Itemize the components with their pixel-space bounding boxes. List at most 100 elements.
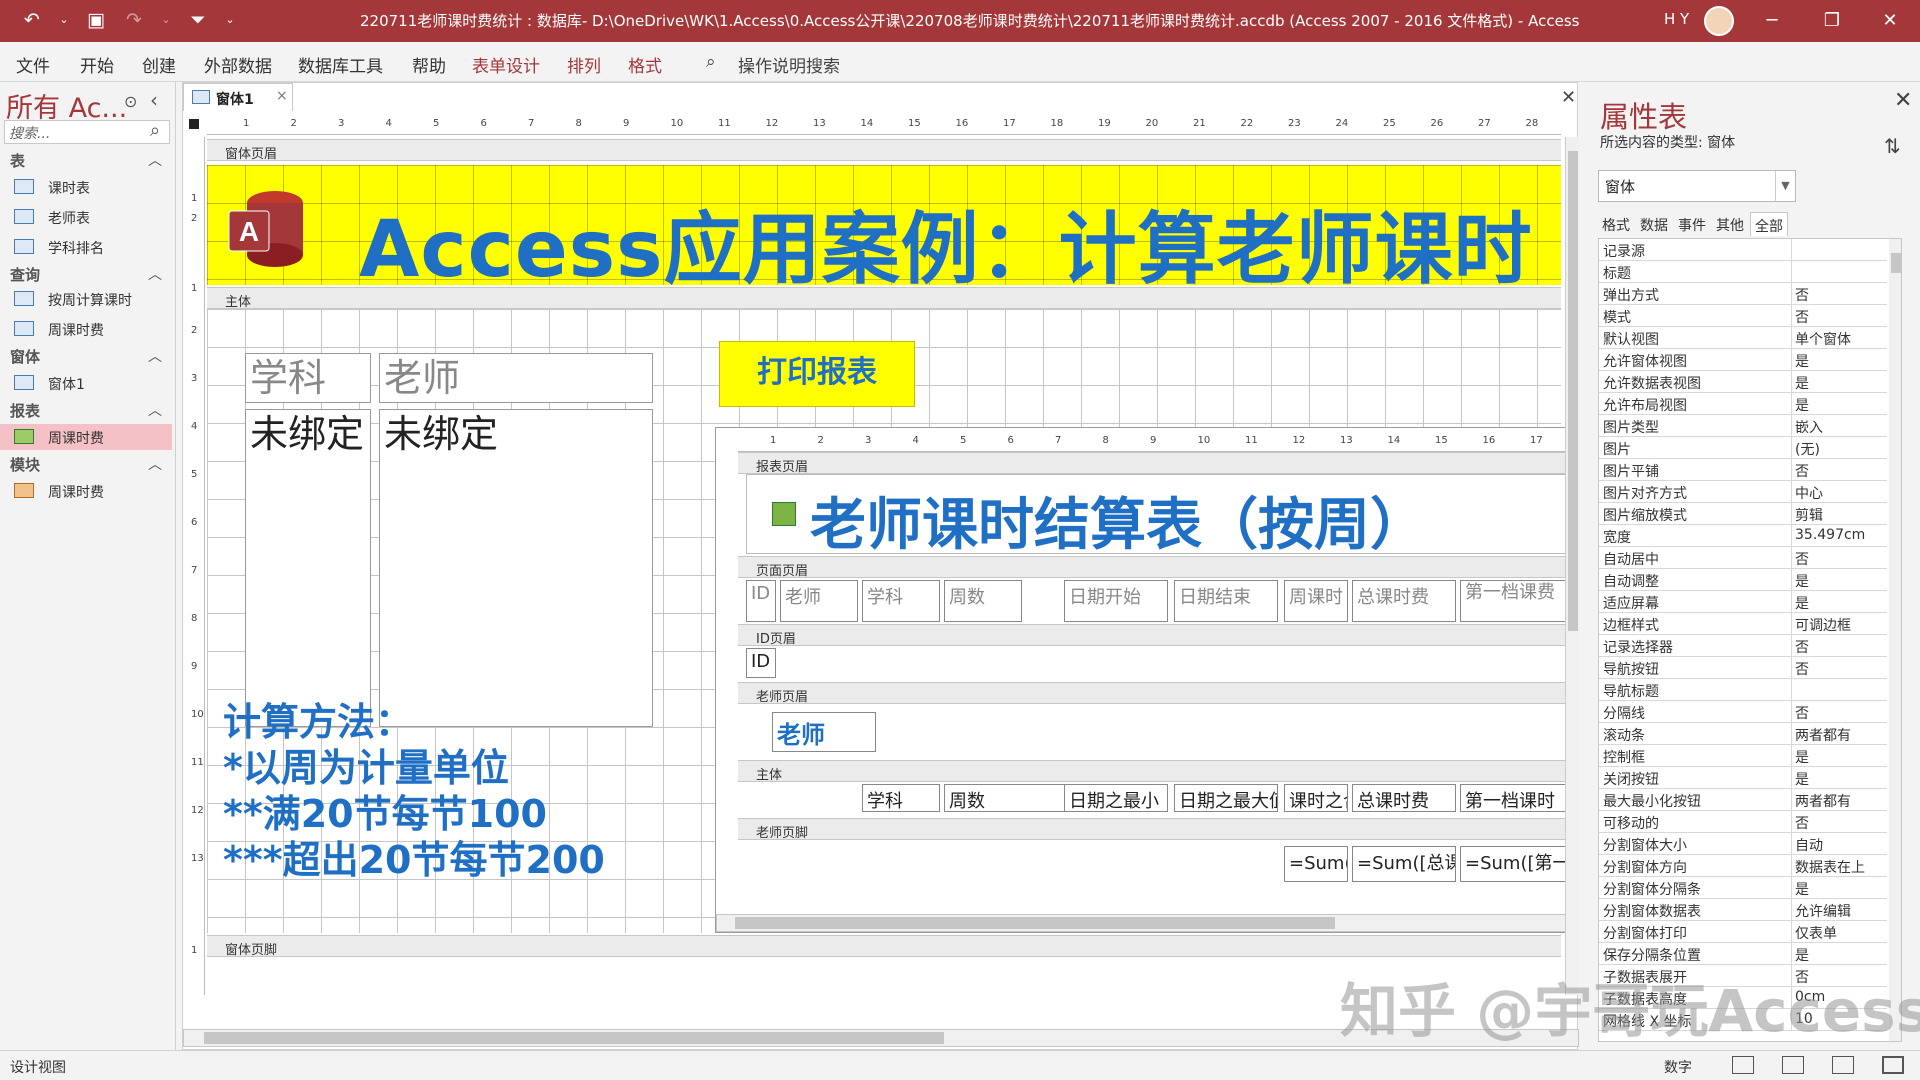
property-value[interactable]: 是 — [1795, 879, 1809, 899]
redo-dropdown-icon[interactable]: ⌄ — [160, 8, 172, 32]
nav-item-form[interactable]: 窗体1 — [0, 370, 172, 396]
close-icon[interactable]: ✕ — [1894, 88, 1912, 113]
property-value[interactable]: 中心 — [1795, 483, 1823, 503]
calculation-notes[interactable]: 计算方法： *以周为计量单位 **满20节每节100 ***超出20节每节200 — [223, 699, 605, 883]
select-form-box[interactable] — [185, 115, 205, 135]
detail-section-bar[interactable]: 主体 — [738, 760, 1578, 783]
page-header-section-bar[interactable]: 页面页眉 — [738, 556, 1578, 579]
scrollbar-thumb[interactable] — [1568, 151, 1578, 631]
property-value[interactable]: 两者都有 — [1795, 725, 1851, 745]
property-row[interactable]: 记录选择器 否 — [1599, 635, 1887, 657]
header-title-label[interactable]: Access应用案例：计算老师课时 — [359, 187, 1533, 299]
form-view-icon[interactable] — [1732, 1056, 1754, 1074]
page-header-col[interactable]: 周课时 — [1284, 580, 1348, 622]
tab-external-data[interactable]: 外部数据 — [204, 52, 272, 77]
vertical-scrollbar[interactable] — [1565, 137, 1579, 995]
nav-item-report[interactable]: 周课时费 — [0, 424, 172, 450]
nav-group-queries[interactable]: 查询 — [10, 264, 40, 285]
page-header-col[interactable]: 周数 — [944, 580, 1022, 622]
prop-tab-event[interactable]: 事件 — [1674, 212, 1710, 236]
layout-view-icon[interactable] — [1832, 1056, 1854, 1074]
tab-form-design[interactable]: 表单设计 — [472, 52, 540, 77]
property-row[interactable]: 保存分隔条位置 是 — [1599, 943, 1887, 965]
property-row[interactable]: 模式 否 — [1599, 305, 1887, 327]
scrollbar-thumb[interactable] — [735, 917, 1335, 929]
print-report-button[interactable]: 打印报表 — [719, 341, 915, 407]
form-header-area[interactable]: A Access应用案例：计算老师课时 — [207, 165, 1561, 295]
search-icon[interactable]: ⌕ — [706, 52, 716, 72]
property-row[interactable]: 分割窗体大小 自动 — [1599, 833, 1887, 855]
property-row[interactable]: 最大最小化按钮 两者都有 — [1599, 789, 1887, 811]
property-row[interactable]: 控制框 是 — [1599, 745, 1887, 767]
search-icon[interactable]: ⌕ — [150, 120, 160, 141]
tab-create[interactable]: 创建 — [142, 52, 176, 77]
horizontal-ruler[interactable]: 1 2 3 4 5 6 7 8 9 10 11 12 13 14 15 16 17 18 19 20 21 22 23 24 2… — [207, 115, 1561, 135]
property-value[interactable]: 剪辑 — [1795, 505, 1823, 525]
nav-item-query[interactable]: 周课时费 — [0, 316, 172, 342]
prop-tab-data[interactable]: 数据 — [1636, 212, 1672, 236]
property-row[interactable]: 标题 — [1599, 261, 1887, 283]
scrollbar-thumb[interactable] — [1891, 253, 1901, 273]
detail-field[interactable]: 日期之最大值 — [1174, 784, 1278, 812]
id-header-section-bar[interactable]: ID页眉 — [738, 624, 1578, 647]
undo-dropdown-icon[interactable]: ⌄ — [58, 8, 70, 32]
detail-field[interactable]: 课时之合计 — [1284, 784, 1348, 812]
nav-group-forms[interactable]: 窗体 — [10, 346, 40, 367]
property-value[interactable]: 可调边框 — [1795, 615, 1851, 635]
page-header-col[interactable]: 日期结束 — [1174, 580, 1278, 622]
property-row[interactable]: 可移动的 否 — [1599, 811, 1887, 833]
detail-field[interactable]: 总课时费 — [1352, 784, 1456, 812]
page-header-col[interactable]: 第一档课费 — [1460, 580, 1578, 622]
detail-field[interactable]: 周数 — [944, 784, 1074, 812]
redo-icon[interactable]: ↷ — [122, 8, 146, 32]
tab-database-tools[interactable]: 数据库工具 — [298, 52, 383, 77]
property-row[interactable]: 导航标题 — [1599, 679, 1887, 701]
property-value[interactable]: 自动 — [1795, 835, 1823, 855]
document-tab[interactable]: 窗体1 × — [183, 83, 293, 111]
property-row[interactable]: 边框样式 可调边框 — [1599, 613, 1887, 635]
property-value[interactable]: 是 — [1795, 945, 1809, 965]
teacher-header-section-bar[interactable]: 老师页眉 — [738, 682, 1578, 705]
form-header-section-bar[interactable]: 窗体页眉 — [207, 139, 1561, 162]
property-row[interactable]: 分割窗体分隔条 是 — [1599, 877, 1887, 899]
avatar[interactable] — [1704, 6, 1734, 36]
nav-item-module[interactable]: 周课时费 — [0, 478, 172, 504]
design-view-icon[interactable] — [1882, 1056, 1904, 1074]
property-row[interactable]: 分割窗体数据表 允许编辑 — [1599, 899, 1887, 921]
property-row[interactable]: 分割窗体打印 仅表单 — [1599, 921, 1887, 943]
property-value[interactable]: 两者都有 — [1795, 791, 1851, 811]
property-value[interactable]: (无) — [1795, 439, 1820, 459]
tell-me-search[interactable]: 操作说明搜索 — [738, 52, 840, 77]
subreport-title[interactable]: 老师课时结算表（按周） — [810, 480, 1426, 561]
property-row[interactable]: 图片缩放模式 剪辑 — [1599, 503, 1887, 525]
property-row[interactable]: 允许窗体视图 是 — [1599, 349, 1887, 371]
user-name[interactable]: H Y — [1664, 10, 1689, 28]
property-value[interactable]: 允许编辑 — [1795, 901, 1851, 921]
tab-format[interactable]: 格式 — [628, 52, 662, 77]
detail-field[interactable]: 日期之最小 — [1064, 784, 1168, 812]
subject-listbox[interactable]: 未绑定 — [245, 409, 371, 727]
property-value[interactable]: 是 — [1795, 571, 1809, 591]
property-value[interactable]: 35.497cm — [1795, 527, 1865, 543]
page-header-col[interactable]: 总课时费 — [1352, 580, 1456, 622]
collapse-nav-icon[interactable]: ‹ — [150, 88, 158, 112]
detail-field[interactable]: 第一档课时 — [1460, 784, 1578, 812]
property-row[interactable]: 记录源 — [1599, 239, 1887, 261]
filter-icon[interactable]: ⏷ — [186, 8, 210, 32]
prop-tab-other[interactable]: 其他 — [1712, 212, 1748, 236]
property-value[interactable]: 是 — [1795, 395, 1809, 415]
property-value[interactable]: 否 — [1795, 703, 1809, 723]
property-value[interactable]: 是 — [1795, 769, 1809, 789]
teacher-footer-section-bar[interactable]: 老师页脚 — [738, 818, 1578, 841]
property-row[interactable]: 图片对齐方式 中心 — [1599, 481, 1887, 503]
property-row[interactable]: 宽度 35.497cm — [1599, 525, 1887, 547]
teacher-field[interactable]: 老师 — [772, 712, 876, 752]
form-footer-section-bar[interactable]: 窗体页脚 — [207, 935, 1561, 958]
close-tab-icon[interactable]: × — [276, 88, 288, 104]
property-value[interactable]: 否 — [1795, 659, 1809, 679]
nav-item-table[interactable]: 课时表 — [0, 174, 172, 200]
nav-group-reports[interactable]: 报表 — [10, 400, 40, 421]
undo-icon[interactable]: ↶ — [20, 8, 44, 32]
tab-help[interactable]: 帮助 — [412, 52, 446, 77]
vertical-ruler[interactable]: 1 2 1 2 3 4 5 6 7 8 9 10 11 12 13 1 — [185, 137, 205, 995]
